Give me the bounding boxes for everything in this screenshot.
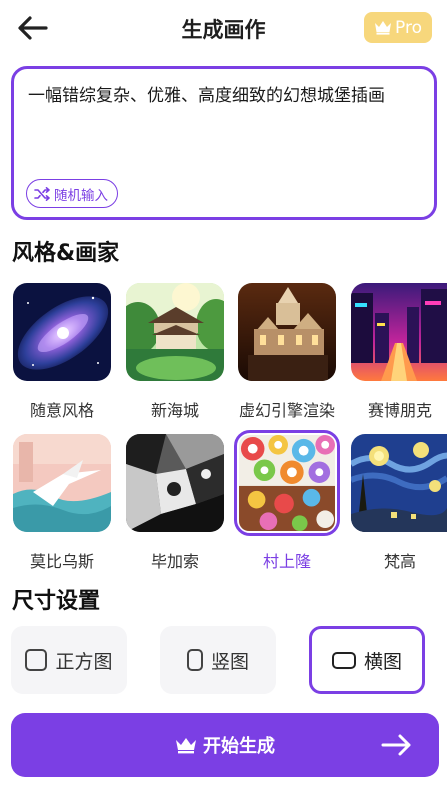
pro-badge[interactable]: Pro [364,12,432,43]
square-shape-icon [25,649,48,671]
style-item-van-gogh[interactable]: 梵高 [351,434,447,574]
crown-icon [375,21,391,35]
flowers-thumbnail [234,430,340,536]
cubist-thumbnail [126,434,224,532]
neon-city-thumbnail [351,283,447,381]
prompt-text[interactable]: 一幅错综复杂、优雅、高度细致的幻想城堡插画 [28,84,422,108]
style-label: 随意风格 [29,401,94,420]
style-label: 村上隆 [262,552,311,571]
portrait-shape-icon [186,649,203,671]
random-input-label: 随机输入 [54,187,108,204]
style-label: 毕加索 [150,552,199,571]
starry-night-thumbnail [351,434,447,532]
landscape-shape-icon [331,651,356,669]
arrow-right-icon [381,734,411,756]
style-item-unreal[interactable]: 虚幻引擎渲染 [238,283,350,423]
size-portrait-label: 竖图 [210,650,249,673]
size-square-button[interactable]: 正方图 [11,626,127,694]
style-item-random[interactable]: 随意风格 [13,283,125,423]
galaxy-thumbnail [13,283,111,381]
prompt-input[interactable]: 一幅错综复杂、优雅、高度细致的幻想城堡插画 随机输入 [11,66,437,220]
style-item-picasso[interactable]: 毕加索 [126,434,238,574]
size-landscape-label: 横图 [363,650,402,673]
style-item-cyberpunk[interactable]: 赛博朋克 [351,283,447,423]
style-item-murakami[interactable]: 村上隆 [234,430,350,574]
generate-button[interactable]: 开始生成 [11,713,439,777]
moebius-bird-thumbnail [13,434,111,532]
random-input-button[interactable]: 随机输入 [26,179,118,208]
header-bar: 生成画作 Pro [0,0,447,56]
shrine-forest-thumbnail [126,283,224,381]
crown-icon [176,738,196,754]
shuffle-icon [34,186,50,201]
style-label: 新海城 [150,401,199,420]
size-section-title: 尺寸设置 [12,589,101,614]
pro-label: Pro [395,17,422,38]
generate-label: 开始生成 [203,736,275,757]
style-item-shinkai[interactable]: 新海城 [126,283,238,423]
size-portrait-button[interactable]: 竖图 [160,626,276,694]
size-landscape-button[interactable]: 横图 [309,626,425,694]
size-square-label: 正方图 [55,650,113,673]
style-label: 梵高 [383,552,416,571]
style-section-title: 风格&画家 [12,241,120,266]
style-label: 赛博朋克 [367,401,432,420]
style-item-moebius[interactable]: 莫比乌斯 [13,434,125,574]
style-label: 虚幻引擎渲染 [238,401,335,420]
style-label: 莫比乌斯 [29,552,94,571]
castle-render-thumbnail [238,283,336,381]
